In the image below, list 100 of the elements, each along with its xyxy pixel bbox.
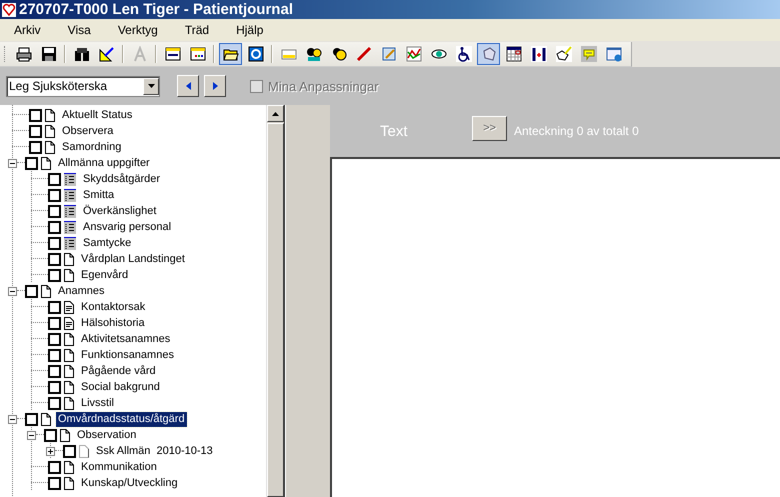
up-arrow-icon[interactable] xyxy=(272,112,279,116)
window-icon xyxy=(190,46,206,62)
ruler-pencil-icon xyxy=(98,46,114,62)
tree-item[interactable]: Egenvård xyxy=(79,268,130,282)
text-page-icon xyxy=(64,316,74,330)
tree-item[interactable]: Allmänna uppgifter xyxy=(56,156,152,170)
checkbox[interactable] xyxy=(48,348,61,362)
collapse-icon[interactable] xyxy=(8,158,17,168)
checkbox[interactable] xyxy=(44,428,57,442)
checkbox[interactable] xyxy=(29,124,42,138)
checkbox[interactable] xyxy=(48,364,61,378)
checkbox[interactable] xyxy=(48,316,61,330)
checkbox[interactable] xyxy=(48,396,61,410)
checkbox[interactable] xyxy=(48,172,61,186)
checkbox[interactable] xyxy=(48,220,61,234)
list-icon xyxy=(64,188,76,202)
collapse-icon[interactable] xyxy=(8,414,17,424)
page-icon xyxy=(41,156,51,170)
tree-item[interactable]: Samtycke xyxy=(81,236,134,250)
checkbox[interactable] xyxy=(48,300,61,314)
page-icon xyxy=(64,476,74,490)
tree-item[interactable]: Smitta xyxy=(81,188,116,202)
tree-item[interactable]: Pågående vård xyxy=(79,364,158,378)
menu-item[interactable]: Träd xyxy=(176,23,218,37)
checkbox[interactable] xyxy=(29,108,42,122)
tree-item[interactable]: Observera xyxy=(60,124,116,138)
tree-item[interactable]: Samordning xyxy=(60,140,124,154)
tree-item[interactable]: Ansvarig personal xyxy=(81,220,174,234)
page-icon xyxy=(60,428,70,442)
collapse-icon[interactable] xyxy=(27,430,36,440)
tree-item[interactable]: Livsstil xyxy=(79,396,116,410)
toolbar-button[interactable] xyxy=(477,42,500,64)
tree-item[interactable]: Anamnes xyxy=(56,284,106,298)
tree-item[interactable]: Kontaktorsak xyxy=(79,300,148,314)
checkbox[interactable] xyxy=(48,236,61,250)
page-icon xyxy=(79,444,89,458)
checkbox[interactable] xyxy=(48,268,61,282)
list-icon xyxy=(64,172,76,186)
checkbox[interactable] xyxy=(48,204,61,218)
section-label: Text xyxy=(380,122,409,140)
tree-item[interactable]: Skyddsåtgärder xyxy=(81,172,162,186)
checkbox[interactable] xyxy=(48,476,61,490)
next-note-button[interactable]: >> xyxy=(472,116,507,140)
caret-icon xyxy=(148,84,154,88)
menu-item[interactable]: Visa xyxy=(60,23,99,37)
tree-item[interactable]: Social bakgrund xyxy=(79,380,162,394)
checkbox[interactable] xyxy=(48,460,61,474)
tree-item[interactable]: Kunskap/Utveckling xyxy=(79,476,180,490)
triangle-icon xyxy=(212,82,218,90)
role-dropdown[interactable]: Leg Sjuksköterska xyxy=(6,76,160,96)
page-icon xyxy=(64,348,74,362)
checkbox-label: Mina Anpassningar xyxy=(268,78,379,94)
toolbar-button[interactable] xyxy=(219,42,242,64)
expand-icon[interactable] xyxy=(46,446,55,456)
two-people-icon xyxy=(330,46,346,62)
scrollbar[interactable] xyxy=(266,105,284,497)
list-icon xyxy=(64,236,76,250)
calendar-icon xyxy=(506,46,522,62)
next-button[interactable] xyxy=(204,75,226,97)
menu-item[interactable]: Arkiv xyxy=(6,23,49,37)
checkbox[interactable] xyxy=(48,188,61,202)
tree-item[interactable]: Aktuellt Status xyxy=(60,108,134,122)
window-icon xyxy=(164,46,180,62)
wheelchair-icon xyxy=(456,46,472,62)
tree-item[interactable]: Observation xyxy=(75,428,138,442)
page-icon xyxy=(64,364,74,378)
page-icon xyxy=(45,140,55,154)
tree-item[interactable]: Ssk Allmän 2010-10-13 xyxy=(94,444,215,458)
checkbox[interactable] xyxy=(48,380,61,394)
collapse-icon[interactable] xyxy=(8,286,17,296)
menu-item[interactable]: Hjälp xyxy=(228,23,272,37)
checkbox[interactable] xyxy=(48,332,61,346)
page-icon xyxy=(45,108,55,122)
checkbox[interactable] xyxy=(25,156,38,170)
page-icon xyxy=(41,412,51,426)
checkbox[interactable] xyxy=(48,252,61,266)
two-people-icon xyxy=(306,46,322,62)
menu-item[interactable]: Verktyg xyxy=(110,23,166,37)
tree-item[interactable]: Vårdplan Landstinget xyxy=(79,252,187,266)
page-icon xyxy=(64,332,74,346)
page-icon xyxy=(64,380,74,394)
printer-icon xyxy=(16,46,32,62)
tree-item[interactable]: Omvårdnadsstatus/åtgärd xyxy=(56,412,187,426)
page-icon xyxy=(64,268,74,282)
tree-item[interactable]: Kommunikation xyxy=(79,460,159,474)
checkbox[interactable] xyxy=(29,140,42,154)
window-title: 270707-T000 Len Tiger - Patientjournal xyxy=(19,1,293,18)
speech-bubble-icon xyxy=(580,46,596,62)
tree-item[interactable]: Aktivitetsanamnes xyxy=(79,332,172,346)
page-icon xyxy=(64,396,74,410)
checkbox[interactable] xyxy=(25,412,38,426)
tree-item[interactable]: Överkänslighet xyxy=(81,204,158,218)
page-icon xyxy=(64,252,74,266)
tree-item[interactable]: Hälsohistoria xyxy=(79,316,147,330)
checkbox[interactable] xyxy=(25,284,38,298)
checkbox[interactable] xyxy=(63,444,76,458)
previous-button[interactable] xyxy=(177,75,199,97)
line-chart-icon xyxy=(406,46,422,62)
list-icon xyxy=(64,204,76,218)
tree-item[interactable]: Funktionsanamnes xyxy=(79,348,176,362)
